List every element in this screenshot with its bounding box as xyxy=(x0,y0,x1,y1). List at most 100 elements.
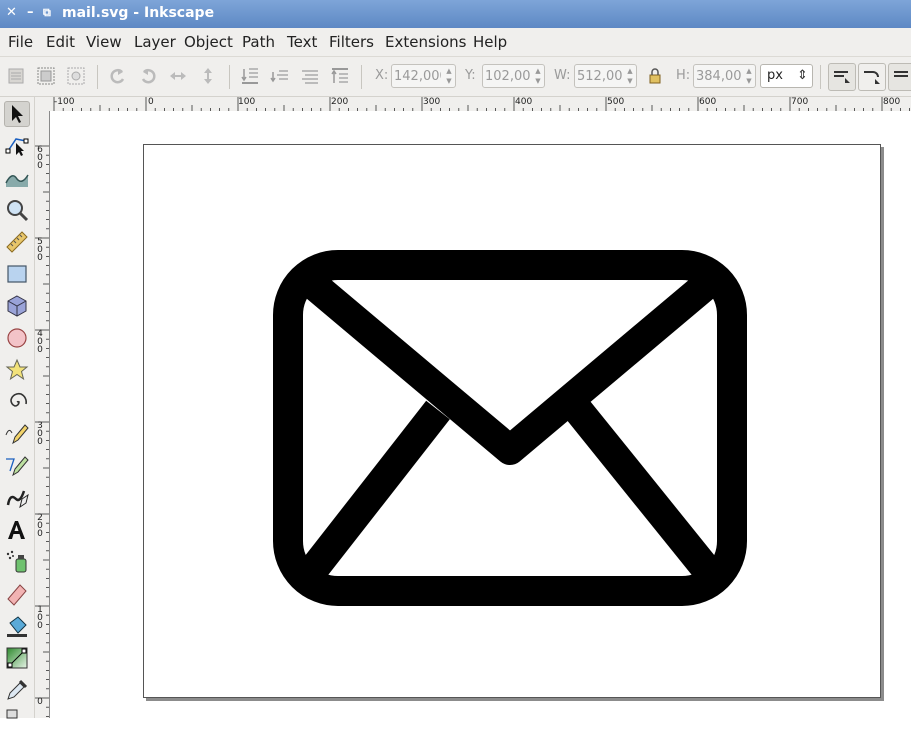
ruler-label: 100 xyxy=(238,97,256,107)
star-tool[interactable] xyxy=(4,357,30,383)
ruler-label: 300 xyxy=(423,97,441,107)
eraser-tool-icon xyxy=(7,584,27,606)
ruler-label: 700 xyxy=(791,97,809,107)
pencil-tool[interactable] xyxy=(4,421,30,447)
w-label: W: xyxy=(554,68,571,83)
ruler-label: 400 xyxy=(37,329,43,355)
menu-path[interactable]: Path xyxy=(242,33,275,51)
x-input[interactable] xyxy=(392,65,443,87)
paint-bucket-tool[interactable] xyxy=(4,613,30,639)
toolbar-separator xyxy=(97,65,98,89)
flip-horizontal-icon[interactable] xyxy=(168,66,188,86)
ruler-corner xyxy=(35,97,50,111)
gradient-tool[interactable] xyxy=(4,645,30,671)
measure-tool[interactable] xyxy=(4,229,30,255)
rectangle-tool[interactable] xyxy=(4,261,30,287)
menu-view[interactable]: View xyxy=(86,33,122,51)
menu-text[interactable]: Text xyxy=(287,33,317,51)
width-spin-arrows[interactable]: ▲ ▼ xyxy=(625,66,635,86)
raise-to-top-icon[interactable] xyxy=(330,66,350,86)
x-spin-arrows[interactable]: ▲ ▼ xyxy=(444,66,454,86)
mail-envelope-icon[interactable] xyxy=(273,250,747,606)
zoom-tool-icon xyxy=(7,200,29,222)
selector-tool[interactable] xyxy=(4,101,30,127)
ellipse-tool[interactable] xyxy=(4,325,30,351)
menu-filters[interactable]: Filters xyxy=(329,33,374,51)
y-label: Y: xyxy=(465,68,476,83)
menu-edit[interactable]: Edit xyxy=(46,33,75,51)
text-tool-icon xyxy=(8,521,25,539)
restore-window-button[interactable]: ⧉ xyxy=(43,5,51,21)
toolbar-separator xyxy=(229,65,230,89)
minimize-window-button[interactable]: – xyxy=(27,5,34,21)
rotate-ccw-icon[interactable] xyxy=(108,66,128,86)
x-spinbox[interactable]: ▲▼ xyxy=(391,64,456,88)
select-all-icon[interactable] xyxy=(6,66,26,86)
scale-radii-toggle[interactable] xyxy=(858,63,886,91)
select-all-in-all-layers-icon[interactable] xyxy=(36,66,56,86)
drawing-canvas[interactable] xyxy=(50,111,911,718)
lock-icon[interactable] xyxy=(645,66,665,86)
rotate-cw-icon[interactable] xyxy=(138,66,158,86)
horizontal-ruler-ticks xyxy=(53,97,910,111)
width-input[interactable] xyxy=(575,65,624,87)
menu-help[interactable]: Help xyxy=(473,33,507,51)
calligraphy-tool[interactable] xyxy=(4,485,30,511)
menu-file[interactable]: File xyxy=(8,33,33,51)
deselect-icon[interactable] xyxy=(66,66,86,86)
lower-to-bottom-icon[interactable] xyxy=(240,66,260,86)
node-tool-icon xyxy=(5,138,29,156)
height-spin-arrows[interactable]: ▲ ▼ xyxy=(744,66,754,86)
tweak-tool[interactable] xyxy=(4,165,30,191)
dropper-tool[interactable] xyxy=(4,677,30,703)
vertical-ruler[interactable]: 600 500 400 300 200 100 0 xyxy=(35,111,50,718)
spiral-tool-icon xyxy=(10,392,27,407)
horizontal-ruler[interactable]: -100 0 100 200 300 400 500 600 700 800 xyxy=(50,97,911,112)
calligraphy-tool-icon xyxy=(6,490,29,509)
unit-value: px xyxy=(767,68,783,83)
toolbar-separator xyxy=(820,65,821,89)
box-3d-tool[interactable] xyxy=(4,293,30,319)
measure-tool-icon xyxy=(6,231,28,253)
pen-tool[interactable] xyxy=(4,453,30,479)
scale-stroke-toggle[interactable] xyxy=(828,63,856,91)
y-spinbox[interactable]: ▲▼ xyxy=(482,64,545,88)
flip-vertical-icon[interactable] xyxy=(198,66,218,86)
toolbox xyxy=(0,97,35,719)
height-spinbox[interactable]: ▲▼ xyxy=(693,64,756,88)
ruler-label: 500 xyxy=(37,237,43,263)
move-gradients-toggle[interactable] xyxy=(888,63,911,91)
eraser-tool[interactable] xyxy=(4,581,30,607)
ruler-label: 500 xyxy=(607,97,625,107)
rectangle-tool-icon xyxy=(7,265,27,283)
gradient-tool-icon xyxy=(6,647,28,669)
zoom-tool[interactable] xyxy=(4,197,30,223)
spiral-tool[interactable] xyxy=(4,389,30,415)
menu-extensions[interactable]: Extensions xyxy=(385,33,466,51)
node-tool[interactable] xyxy=(4,133,30,159)
box-3d-tool-icon xyxy=(7,295,27,317)
spray-tool[interactable] xyxy=(4,549,30,575)
close-window-button[interactable]: ✕ xyxy=(6,5,17,21)
menu-object[interactable]: Object xyxy=(184,33,233,51)
ruler-label: 200 xyxy=(331,97,349,107)
ruler-label: 0 xyxy=(37,697,43,707)
text-tool[interactable] xyxy=(4,517,30,543)
height-input[interactable] xyxy=(694,65,743,87)
connector-tool[interactable] xyxy=(4,707,30,733)
lower-icon[interactable] xyxy=(270,66,290,86)
ruler-label: 0 xyxy=(148,97,154,107)
tweak-tool-icon xyxy=(5,174,29,187)
x-label: X: xyxy=(375,68,389,83)
pen-tool-icon xyxy=(6,456,29,477)
ruler-label: -100 xyxy=(54,97,75,107)
y-input[interactable] xyxy=(483,65,532,87)
y-spin-arrows[interactable]: ▲ ▼ xyxy=(533,66,543,86)
raise-icon[interactable] xyxy=(300,66,320,86)
menu-layer[interactable]: Layer xyxy=(134,33,176,51)
unit-selector[interactable]: px ⇕ xyxy=(760,64,813,88)
ruler-label: 400 xyxy=(515,97,533,107)
scale-radii-icon xyxy=(864,71,880,84)
width-spinbox[interactable]: ▲▼ xyxy=(574,64,637,88)
paint-bucket-tool-icon xyxy=(7,616,27,637)
